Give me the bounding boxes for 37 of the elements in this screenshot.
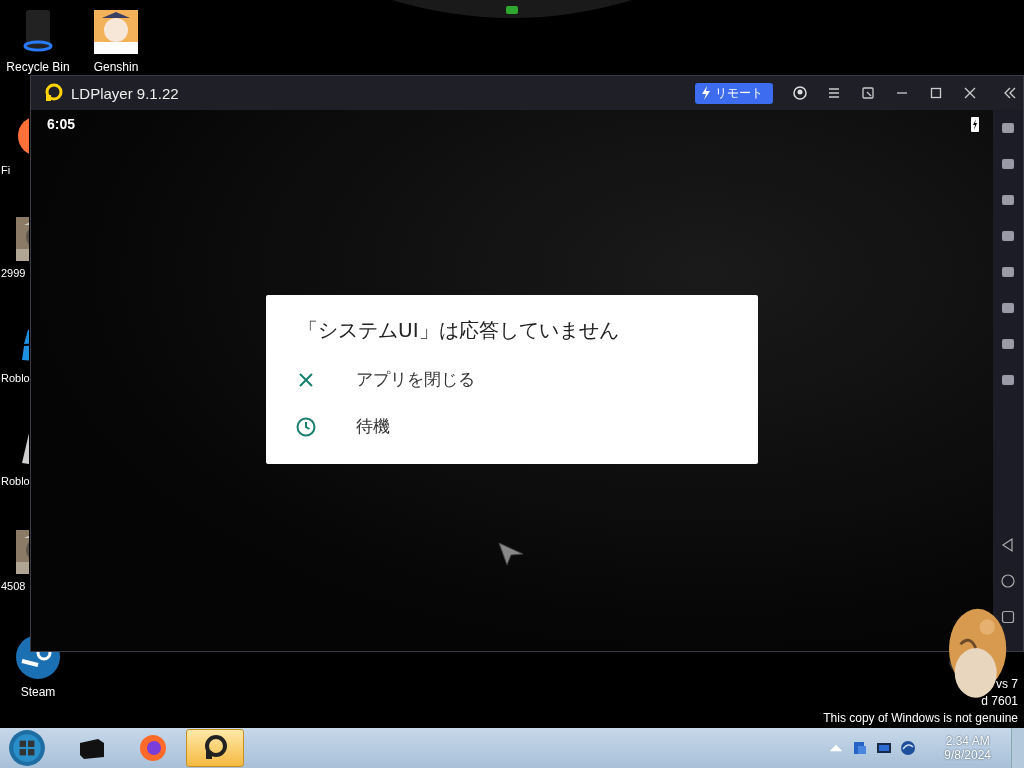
desktop-icon-label: Steam xyxy=(20,685,56,699)
firefox-icon xyxy=(138,733,168,763)
desktop-icon-label: Recycle Bin xyxy=(6,60,70,74)
collapse-icon[interactable] xyxy=(1003,86,1017,100)
desktop-icon-label: 2999 xyxy=(1,267,26,279)
remote-button[interactable]: リモート xyxy=(695,82,773,104)
account-icon[interactable] xyxy=(793,86,807,100)
app-logo-icon xyxy=(43,83,63,103)
clock-icon xyxy=(296,416,316,437)
resize-icon[interactable] xyxy=(861,86,875,100)
network-icon[interactable] xyxy=(852,740,869,756)
menu-icon[interactable] xyxy=(827,86,841,100)
globe-icon[interactable] xyxy=(900,740,917,756)
desktop-icon-label: Fi xyxy=(1,164,11,176)
back-icon[interactable] xyxy=(1000,537,1016,553)
home-icon[interactable] xyxy=(1000,573,1016,589)
desktop-icon-label: Genshin xyxy=(93,60,139,74)
lightning-icon xyxy=(701,86,711,100)
battery-icon xyxy=(971,116,979,132)
desktop-icon-label: Roblo xyxy=(1,475,30,487)
desktop-icon-label: 4508 xyxy=(1,580,26,592)
window-title: LDPlayer 9.1.22 xyxy=(71,84,179,102)
maximize-icon[interactable] xyxy=(929,86,943,100)
taskbar-app[interactable] xyxy=(186,729,244,767)
notice-text: vs 7 xyxy=(996,676,1018,693)
recents-icon[interactable] xyxy=(1000,609,1016,625)
notice-text: This copy of Windows is not genuine xyxy=(823,710,1018,727)
dialog-title: 「システムUI」は応答していません xyxy=(297,317,620,344)
monitor-icon[interactable] xyxy=(876,740,893,756)
dialog-option[interactable]: 待機 xyxy=(266,403,758,450)
status-time: 6:05 xyxy=(47,116,76,132)
desktop-icon-label: Roblo xyxy=(1,372,30,384)
close-icon[interactable] xyxy=(963,86,977,100)
dialog-option[interactable]: アプリを閉じる xyxy=(266,356,758,403)
start-button[interactable] xyxy=(8,729,46,767)
pointer-icon xyxy=(498,542,524,566)
notice-text: d 7601 xyxy=(981,693,1018,710)
